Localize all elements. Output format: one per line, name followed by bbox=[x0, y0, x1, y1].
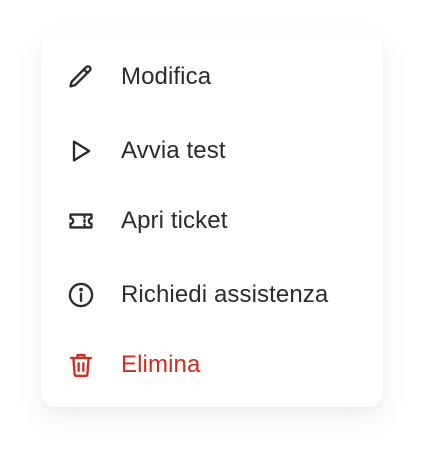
menu-item-label: Modifica bbox=[121, 63, 212, 90]
pencil-icon bbox=[66, 62, 96, 92]
trash-icon bbox=[66, 350, 96, 380]
menu-item-label: Elimina bbox=[121, 351, 201, 378]
menu-item-modifica[interactable]: Modifica bbox=[41, 49, 383, 105]
menu-item-richiedi-assistenza[interactable]: Richiedi assistenza bbox=[41, 267, 383, 323]
ticket-icon bbox=[66, 206, 96, 236]
info-icon bbox=[66, 280, 96, 310]
menu-item-label: Richiedi assistenza bbox=[121, 281, 329, 308]
menu-item-elimina[interactable]: Elimina bbox=[41, 337, 383, 393]
context-menu: Modifica Avvia test Apri ticket Richiedi bbox=[41, 33, 383, 407]
menu-item-apri-ticket[interactable]: Apri ticket bbox=[41, 193, 383, 249]
play-icon bbox=[66, 136, 96, 166]
menu-item-avvia-test[interactable]: Avvia test bbox=[41, 123, 383, 179]
menu-item-label: Avvia test bbox=[121, 137, 226, 164]
menu-item-label: Apri ticket bbox=[121, 207, 228, 234]
